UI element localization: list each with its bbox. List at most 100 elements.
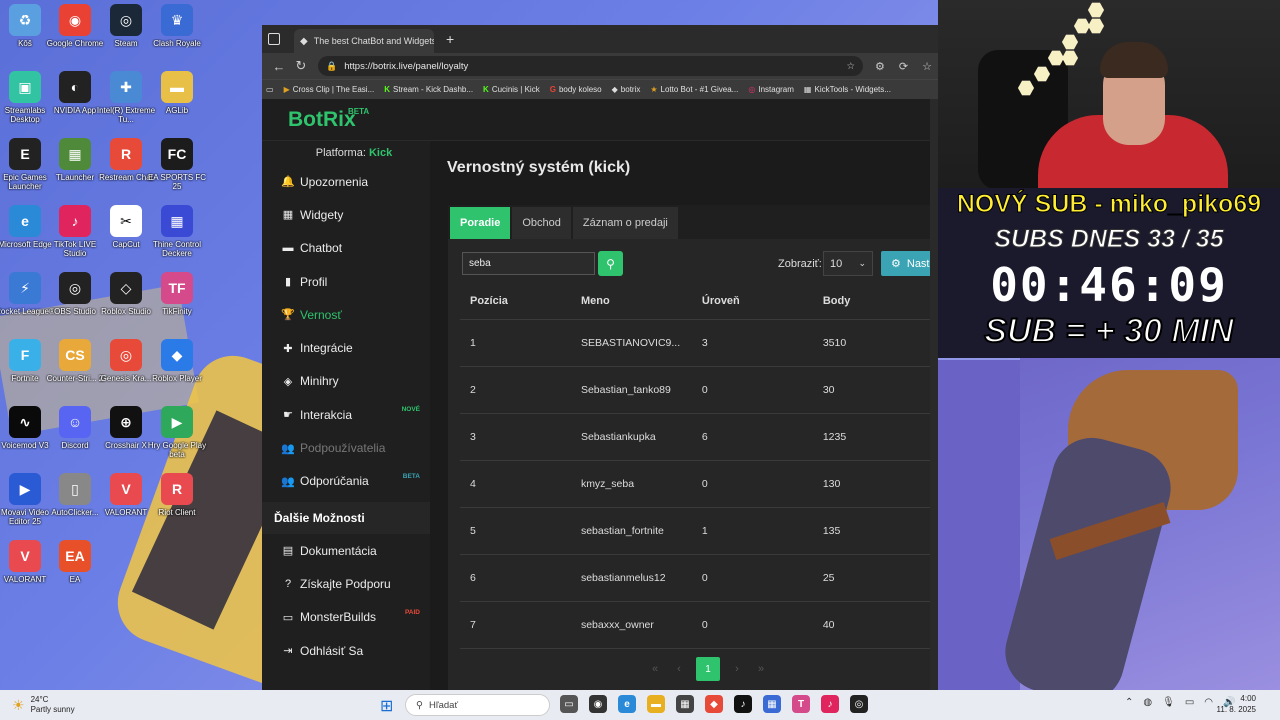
table-cell: sebastianmelus12 (580, 554, 702, 602)
tiktok-icon[interactable]: ♪ (734, 695, 752, 713)
brand-bar: BotRix BETA (262, 99, 938, 141)
desktop-icon[interactable]: ▶ Hry Google Play beta (147, 406, 207, 470)
reload-icon[interactable]: ↻ (290, 58, 312, 74)
app-blue-icon[interactable]: ▦ (763, 695, 781, 713)
bookmark-item[interactable]: K Cucinis | Kick (483, 85, 540, 94)
folder-icon: ▬ (161, 71, 193, 103)
bookmark-item[interactable]: ◆ botrix (612, 85, 641, 94)
botrix-icon: ◆ (611, 85, 618, 94)
extensions-icon[interactable]: ⚙ (875, 60, 885, 73)
sidebar-item-label: Widgety (300, 207, 344, 222)
column-header[interactable]: Meno (580, 283, 702, 320)
column-header[interactable]: Pozícia (460, 283, 581, 320)
app-red-icon[interactable]: ◆ (705, 695, 723, 713)
desktop-icon-label: Riot Client (158, 508, 196, 517)
back-icon[interactable]: ← (268, 59, 290, 74)
sidebar-item-10[interactable]: 👥 Odporúčania BETA (262, 465, 430, 498)
desktop-icon-label: AGLib (165, 106, 189, 115)
bookmark-item[interactable]: ◎ Instagram (748, 85, 794, 94)
sidebar-item-4[interactable]: ▮ Profil (262, 265, 430, 298)
sidebar-item-label: Profil (300, 274, 328, 289)
sidebar-item-7[interactable]: ◈ Minihry (262, 365, 430, 398)
more-item-4[interactable]: ⇥ Odhlásiť Sa (262, 634, 430, 667)
task-view-icon[interactable]: ▭ (560, 695, 578, 713)
mouse-icon: ▯ (59, 473, 91, 505)
url-field[interactable]: 🔒 https://botrix.live/panel/loyalty ☆ (318, 56, 864, 76)
store-icon[interactable]: ▦ (676, 695, 694, 713)
sidebar-item-9[interactable]: 👥 Podpoužívatelia (262, 431, 430, 464)
reading-list-icon[interactable]: ▭ (266, 85, 274, 94)
file-explorer-icon[interactable]: ▬ (647, 695, 665, 713)
browser-tab[interactable]: ◆ The best ChatBot and Widgets fo ✕ (294, 29, 434, 53)
more-item-2[interactable]: ? Získajte Podporu (262, 567, 430, 600)
desktop-icon[interactable]: ♛ Clash Royale (147, 4, 207, 68)
sidebar-item-2[interactable]: ▦ Widgety (262, 198, 430, 231)
sidebar-item-3[interactable]: ▬ Chatbot (262, 232, 430, 265)
favorites-icon[interactable]: ☆ (922, 60, 932, 73)
next-page-button[interactable]: › (730, 663, 744, 675)
taskbar-search[interactable]: ⚲ Hľadať (405, 694, 550, 716)
loyalty-panel: PoradieObchodZáznam o predaji ⚲ Zobraziť… (448, 205, 938, 690)
bookmark-item[interactable]: ▶ Cross Clip | The Easi... (284, 85, 375, 94)
obs-icon[interactable]: ◎ (850, 695, 868, 713)
star-icon[interactable]: ☆ (847, 61, 856, 72)
bookmark-item[interactable]: K Stream - Kick Dashb... (384, 85, 473, 94)
taskbar-clock[interactable]: 4:00 11. 8. 2025 (1217, 693, 1256, 715)
more-item-3[interactable]: ▭ MonsterBuilds PAID (262, 601, 430, 634)
table-cell: 3510 (822, 319, 938, 367)
sidebar-item-5[interactable]: 🏆 Vernosť (262, 298, 430, 331)
desktop-icon[interactable]: TF TikFinity (147, 272, 207, 336)
desktop-icon[interactable]: ◆ Roblox Player (147, 339, 207, 403)
table-cell: Sebastiankupka (580, 413, 702, 461)
search-button[interactable]: ⚲ (598, 251, 623, 276)
tab-title: The best ChatBot and Widgets fo (313, 36, 434, 46)
tab-actions-icon[interactable] (268, 33, 280, 45)
current-page-button[interactable]: 1 (696, 657, 720, 681)
botrix-favicon-icon: ◆ (300, 35, 308, 47)
desktop-icon[interactable]: ▦ Thine Control Deckere (147, 205, 207, 269)
chevron-up-icon[interactable]: ⌃ (1125, 697, 1133, 708)
windows-start-icon[interactable]: ⊞ (380, 696, 393, 716)
sidebar-badge: PAID (404, 608, 420, 616)
sidebar-item-8[interactable]: ☛ Interakcia NOVÉ (262, 398, 430, 431)
refresh-extension-icon[interactable]: ⟳ (899, 60, 908, 73)
weather-widget[interactable]: ☀ 24°C Partly sunny (0, 695, 200, 715)
microphone-icon[interactable]: 🎙 (1162, 697, 1175, 708)
more-item-1[interactable]: ▤ Dokumentácia (262, 534, 430, 567)
display-icon[interactable]: ▭ (1185, 697, 1194, 708)
more-options-heading: Ďalšie Možnosti (262, 501, 430, 534)
tab-3[interactable]: Záznam o predaji (572, 207, 678, 239)
tikfinity-icon[interactable]: T (792, 695, 810, 713)
desktop-icon[interactable]: EA EA (45, 540, 105, 604)
network-status-icon[interactable]: ◍ (1143, 697, 1152, 708)
tiktok-live-icon[interactable]: ♪ (821, 695, 839, 713)
desktop-icon[interactable]: ▬ AGLib (147, 71, 207, 135)
prev-page-button[interactable]: ‹ (672, 663, 686, 675)
clash-royale-icon: ♛ (161, 4, 193, 36)
first-page-button[interactable]: « (648, 663, 662, 675)
app-icon[interactable]: ◉ (589, 695, 607, 713)
desktop-icon[interactable]: R Riot Client (147, 473, 207, 537)
table-cell: sebastian_fortnite (580, 507, 702, 555)
bookmark-item[interactable]: ▦ KickTools - Widgets... (804, 85, 891, 94)
sidebar-item-1[interactable]: 🔔 Upozornenia (262, 165, 430, 198)
laptop-icon: ▭ (282, 611, 294, 624)
desktop-icon[interactable]: FC EA SPORTS FC 25 (147, 138, 207, 202)
tab-2[interactable]: Obchod (512, 207, 571, 239)
sidebar-item-label: Vernosť (300, 307, 342, 322)
column-header[interactable]: Úroveň (701, 283, 823, 320)
search-input[interactable] (462, 252, 595, 275)
brand-logo[interactable]: BotRix (288, 108, 356, 132)
new-tab-icon[interactable]: + (446, 31, 454, 47)
wifi-icon[interactable]: ◠ (1204, 697, 1213, 708)
page-scrollbar[interactable] (930, 99, 938, 690)
bookmark-item[interactable]: ★ Lotto Bot - #1 Givea... (650, 85, 738, 94)
sidebar-item-6[interactable]: ✚ Integrácie (262, 331, 430, 364)
edge-icon[interactable]: e (618, 695, 636, 713)
last-page-button[interactable]: » (754, 663, 768, 675)
new-sub-alert: NOVÝ SUB - miko_piko69 (956, 190, 1262, 219)
bookmark-item[interactable]: Gbody koleso (550, 85, 602, 94)
column-header[interactable]: Body (822, 283, 938, 320)
page-size-select[interactable]: 10 ⌄ (823, 251, 873, 276)
tab-1[interactable]: Poradie (450, 207, 511, 239)
